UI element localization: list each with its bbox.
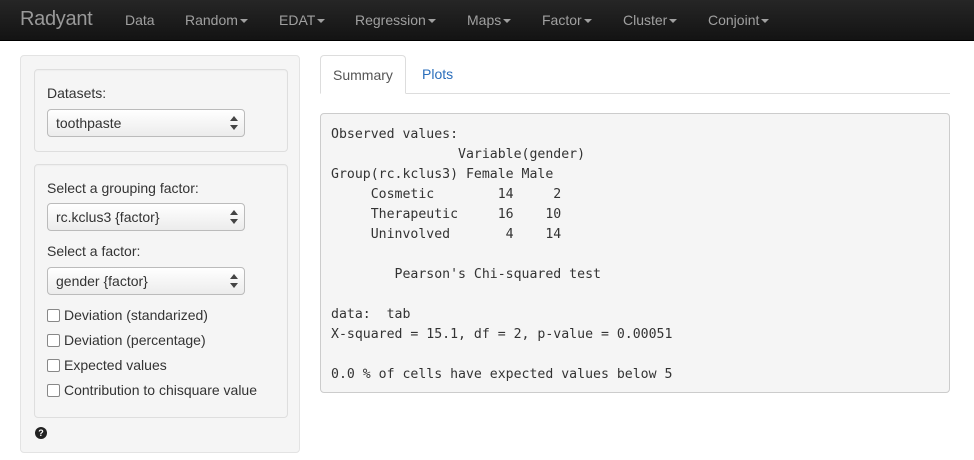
- nav-factor[interactable]: Factor: [542, 12, 592, 28]
- help-icon[interactable]: ?: [35, 427, 47, 439]
- checkbox-box[interactable]: [47, 333, 60, 347]
- checkbox-label: Deviation (standarized): [64, 307, 208, 323]
- caret-down-icon: [761, 19, 770, 24]
- nav-regression[interactable]: Regression: [355, 12, 436, 28]
- nav-maps[interactable]: Maps: [467, 12, 512, 28]
- checkbox-contribution-chisquare[interactable]: Contribution to chisquare value: [47, 382, 257, 398]
- caret-down-icon: [503, 19, 512, 24]
- datasets-select-value: toothpaste: [56, 115, 122, 131]
- checkbox-box[interactable]: [47, 358, 60, 372]
- nav-maps-label: Maps: [467, 12, 502, 28]
- nav-data[interactable]: Data: [125, 12, 155, 28]
- factor-select[interactable]: gender {factor}: [47, 267, 245, 295]
- summary-output: Observed values: Variable(gender) Group(…: [320, 113, 950, 393]
- nav-random-label: Random: [185, 12, 238, 28]
- grouping-factor-value: rc.kclus3 {factor}: [56, 209, 160, 225]
- caret-down-icon: [583, 19, 592, 24]
- nav-random[interactable]: Random: [185, 12, 248, 28]
- nav-data-label: Data: [125, 12, 155, 28]
- checkbox-expected-values[interactable]: Expected values: [47, 357, 167, 373]
- caret-down-icon: [669, 19, 678, 24]
- nav-cluster-label: Cluster: [623, 12, 668, 28]
- select-arrows-icon: [230, 274, 238, 288]
- grouping-factor-label: Select a grouping factor:: [47, 180, 199, 196]
- sidebar-panel: Datasets: toothpaste Select a grouping f…: [20, 55, 300, 453]
- factor-select-value: gender {factor}: [56, 273, 148, 289]
- nav-edat[interactable]: EDAT: [279, 12, 326, 28]
- grouping-factor-select[interactable]: rc.kclus3 {factor}: [47, 203, 245, 231]
- nav-regression-label: Regression: [355, 12, 426, 28]
- caret-down-icon: [239, 19, 248, 24]
- dataset-well: Datasets: toothpaste: [34, 69, 288, 152]
- checkbox-label: Deviation (percentage): [64, 332, 206, 348]
- tab-summary-label: Summary: [333, 67, 393, 83]
- checkbox-label: Contribution to chisquare value: [64, 382, 258, 398]
- factor-label: Select a factor:: [47, 243, 141, 259]
- select-arrows-icon: [230, 210, 238, 224]
- select-arrows-icon: [230, 116, 238, 130]
- checkbox-box[interactable]: [47, 308, 60, 322]
- checkbox-box[interactable]: [47, 383, 60, 397]
- tab-plots-label: Plots: [422, 66, 454, 82]
- nav-edat-label: EDAT: [279, 12, 316, 28]
- tab-summary[interactable]: Summary: [320, 55, 406, 94]
- nav-factor-label: Factor: [542, 12, 582, 28]
- nav-conjoint[interactable]: Conjoint: [708, 12, 770, 28]
- checkbox-deviation-percentage[interactable]: Deviation (percentage): [47, 332, 206, 348]
- caret-down-icon: [427, 19, 436, 24]
- navbar: Radyant Data Random EDAT Regression Maps…: [0, 0, 974, 41]
- checkbox-deviation-standarized[interactable]: Deviation (standarized): [47, 307, 208, 323]
- brand-logo[interactable]: Radyant: [20, 8, 93, 31]
- nav-conjoint-label: Conjoint: [708, 12, 760, 28]
- options-well: Select a grouping factor: rc.kclus3 {fac…: [34, 164, 288, 418]
- datasets-select[interactable]: toothpaste: [47, 109, 245, 137]
- checkbox-label: Expected values: [64, 357, 167, 373]
- datasets-label: Datasets:: [47, 85, 107, 101]
- caret-down-icon: [317, 19, 326, 24]
- nav-cluster[interactable]: Cluster: [623, 12, 678, 28]
- tab-bar: Summary Plots: [320, 55, 950, 94]
- tab-plots[interactable]: Plots: [410, 55, 465, 93]
